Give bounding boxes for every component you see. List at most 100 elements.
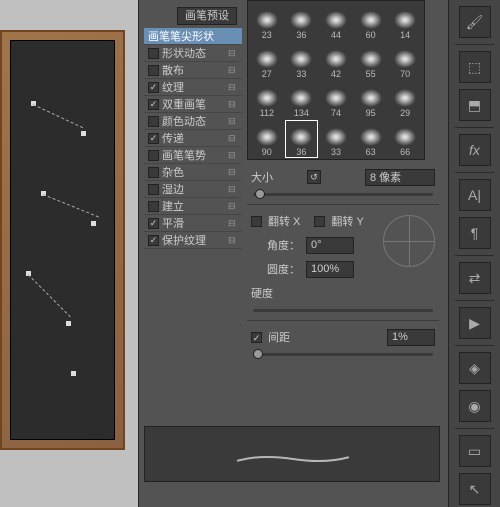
- lock-icon[interactable]: ⊟: [228, 235, 238, 246]
- angle-widget[interactable]: [383, 215, 435, 267]
- blackboard-canvas[interactable]: [10, 40, 115, 440]
- option-row-12[interactable]: ✓保护纹理⊟: [144, 232, 242, 249]
- option-checkbox[interactable]: [148, 201, 159, 212]
- brush-thumb-10[interactable]: 112: [250, 81, 284, 119]
- brushes-panel-icon[interactable]: 🖌: [459, 6, 491, 38]
- brush-thumb-18[interactable]: 63: [354, 120, 388, 158]
- flip-y-checkbox[interactable]: [314, 216, 325, 227]
- option-checkbox[interactable]: [148, 48, 159, 59]
- option-row-2[interactable]: 散布⊟: [144, 62, 242, 79]
- brush-thumb-4[interactable]: 14: [388, 3, 422, 41]
- brush-thumb-3[interactable]: 60: [354, 3, 388, 41]
- brush-thumb-13[interactable]: 95: [354, 81, 388, 119]
- brush-thumb-1[interactable]: 36: [285, 3, 319, 41]
- option-row-6[interactable]: ✓传递⊟: [144, 130, 242, 147]
- brush-size-label: 70: [400, 69, 410, 79]
- brush-thumb-9[interactable]: 70: [388, 42, 422, 80]
- lock-icon[interactable]: ⊟: [228, 218, 238, 229]
- lock-icon[interactable]: ⊟: [228, 82, 238, 93]
- layers2-panel-icon[interactable]: ◈: [459, 352, 491, 384]
- brush-thumb-11[interactable]: 134: [285, 81, 319, 119]
- brush-thumb-5[interactable]: 27: [250, 42, 284, 80]
- lock-icon[interactable]: ⊟: [228, 99, 238, 110]
- option-row-10[interactable]: 建立⊟: [144, 198, 242, 215]
- brush-thumb-15[interactable]: 90: [250, 120, 284, 158]
- option-checkbox[interactable]: ✓: [148, 133, 159, 144]
- spacing-input[interactable]: [387, 329, 435, 346]
- option-row-3[interactable]: ✓纹理⊟: [144, 79, 242, 96]
- brush-size-label: 66: [400, 147, 410, 157]
- option-row-8[interactable]: 杂色⊟: [144, 164, 242, 181]
- option-row-0[interactable]: 画笔笔尖形状: [144, 28, 242, 45]
- hardness-slider[interactable]: [253, 309, 433, 312]
- brush-thumb-7[interactable]: 42: [319, 42, 353, 80]
- brush-thumb-8[interactable]: 55: [354, 42, 388, 80]
- spacing-slider[interactable]: [253, 353, 433, 356]
- brush-swatch-icon: [256, 89, 278, 107]
- option-checkbox[interactable]: ✓: [148, 218, 159, 229]
- brush-controls: 大小 ↺ 翻转 X 翻转 Y 角度： 圆度： 硬度 ✓ 间距: [247, 165, 439, 364]
- option-checkbox[interactable]: ✓: [148, 235, 159, 246]
- size-slider[interactable]: [253, 193, 433, 196]
- option-label: 杂色: [162, 164, 225, 180]
- layers-panel-icon[interactable]: ⬒: [459, 89, 491, 121]
- reset-size-icon[interactable]: ↺: [307, 170, 321, 184]
- brush-presets-button[interactable]: 画笔预设: [177, 7, 237, 25]
- brush-thumb-20[interactable]: 39: [250, 159, 284, 160]
- lock-icon[interactable]: ⊟: [228, 48, 238, 59]
- flip-x-checkbox[interactable]: [251, 216, 262, 227]
- lock-icon[interactable]: ⊟: [228, 167, 238, 178]
- brush-thumb-24[interactable]: 32: [388, 159, 422, 160]
- size-input[interactable]: [365, 169, 435, 186]
- spacing-checkbox[interactable]: ✓: [251, 332, 262, 343]
- cursor-panel-icon[interactable]: ↖: [459, 473, 491, 505]
- option-checkbox[interactable]: [148, 65, 159, 76]
- option-checkbox[interactable]: ✓: [148, 99, 159, 110]
- brush-thumbnails-grid: 2336446014273342557011213474952990363363…: [247, 0, 425, 160]
- option-checkbox[interactable]: [148, 150, 159, 161]
- brush-thumb-2[interactable]: 44: [319, 3, 353, 41]
- option-row-7[interactable]: 画笔笔势⊟: [144, 147, 242, 164]
- brush-thumb-19[interactable]: 66: [388, 120, 422, 158]
- lock-icon[interactable]: ⊟: [228, 150, 238, 161]
- adjust-panel-icon[interactable]: ⇄: [459, 262, 491, 294]
- option-checkbox[interactable]: [148, 167, 159, 178]
- brush-thumb-22[interactable]: 11: [319, 159, 353, 160]
- angle-input[interactable]: [306, 237, 354, 254]
- option-row-4[interactable]: ✓双重画笔⊟: [144, 96, 242, 113]
- brush-swatch-icon: [394, 50, 416, 68]
- paragraph-panel-icon[interactable]: ¶: [459, 217, 491, 249]
- brush-thumb-0[interactable]: 23: [250, 3, 284, 41]
- option-row-11[interactable]: ✓平滑⊟: [144, 215, 242, 232]
- brush-swatch-icon: [360, 50, 382, 68]
- swatches-panel-icon[interactable]: ⬚: [459, 51, 491, 83]
- brush-thumb-16[interactable]: 36: [285, 120, 319, 158]
- option-checkbox[interactable]: [148, 184, 159, 195]
- lock-icon[interactable]: ⊟: [228, 133, 238, 144]
- brush-swatch-icon: [394, 128, 416, 146]
- brush-thumb-12[interactable]: 74: [319, 81, 353, 119]
- actions-panel-icon[interactable]: ▶: [459, 307, 491, 339]
- option-row-5[interactable]: 颜色动态⊟: [144, 113, 242, 130]
- option-checkbox[interactable]: [148, 116, 159, 127]
- channels-panel-icon[interactable]: ◉: [459, 390, 491, 422]
- option-checkbox[interactable]: ✓: [148, 82, 159, 93]
- lock-icon[interactable]: ⊟: [228, 116, 238, 127]
- character-panel-icon[interactable]: A|: [459, 179, 491, 211]
- brush-thumb-14[interactable]: 29: [388, 81, 422, 119]
- brush-thumb-17[interactable]: 33: [319, 120, 353, 158]
- roundness-input[interactable]: [306, 261, 354, 278]
- lock-icon[interactable]: ⊟: [228, 184, 238, 195]
- comp-panel-icon[interactable]: ▭: [459, 435, 491, 467]
- option-row-9[interactable]: 湿边⊟: [144, 181, 242, 198]
- option-row-1[interactable]: 形状动态⊟: [144, 45, 242, 62]
- brush-swatch-icon: [394, 89, 416, 107]
- brush-thumb-21[interactable]: 63: [285, 159, 319, 160]
- brush-thumb-6[interactable]: 33: [285, 42, 319, 80]
- brush-swatch-icon: [360, 89, 382, 107]
- styles-panel-icon[interactable]: fx: [459, 134, 491, 166]
- lock-icon[interactable]: ⊟: [228, 201, 238, 212]
- stroke-preview-icon: [155, 455, 431, 463]
- brush-thumb-23[interactable]: 48: [354, 159, 388, 160]
- lock-icon[interactable]: ⊟: [228, 65, 238, 76]
